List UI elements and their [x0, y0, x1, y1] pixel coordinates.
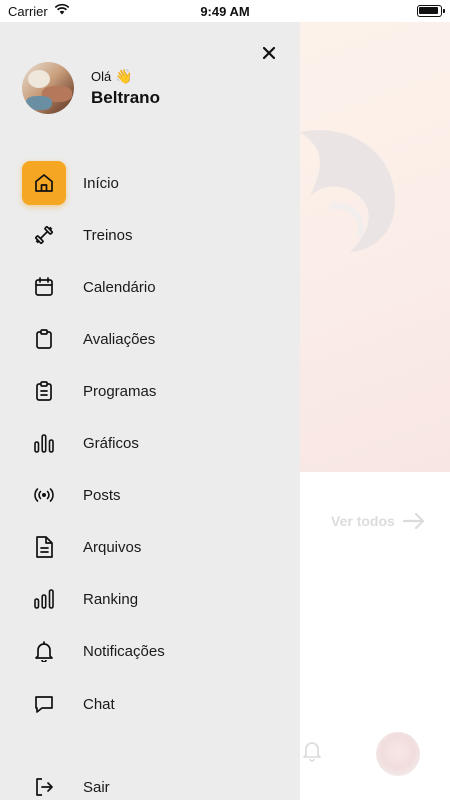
- clipboard-list-icon: [22, 369, 66, 413]
- menu-item-programas[interactable]: Programas: [22, 369, 282, 413]
- ranking-icon: [22, 577, 66, 621]
- menu-item-label: Treinos: [83, 226, 133, 244]
- menu-item-calendario[interactable]: Calendário: [22, 265, 282, 309]
- greeting: Olá 👋 Beltrano: [91, 68, 160, 108]
- side-drawer: Olá 👋 Beltrano Início Treinos Calendário: [0, 22, 300, 800]
- menu-item-notificacoes[interactable]: Notificações: [22, 629, 282, 673]
- see-all-label: Ver todos: [331, 513, 395, 529]
- menu-item-treinos[interactable]: Treinos: [22, 213, 282, 257]
- avatar: [22, 62, 74, 114]
- menu-item-label: Arquivos: [83, 538, 142, 556]
- menu-item-label: Avaliações: [83, 330, 156, 348]
- menu-item-label: Posts: [83, 486, 121, 504]
- menu-item-label: Ranking: [83, 590, 139, 608]
- see-all-link[interactable]: Ver todos: [331, 513, 425, 529]
- broadcast-icon: [22, 473, 66, 517]
- logout-icon: [22, 765, 66, 800]
- bar-chart-icon: [22, 421, 66, 465]
- menu-item-arquivos[interactable]: Arquivos: [22, 525, 282, 569]
- menu-item-chat[interactable]: Chat: [22, 682, 282, 726]
- arrow-right-icon: [402, 513, 425, 529]
- bell-icon: [22, 629, 66, 673]
- clock: 9:49 AM: [200, 4, 250, 19]
- logout-label: Sair: [83, 778, 110, 796]
- battery-icon: [417, 5, 445, 17]
- menu-item-label: Início: [83, 174, 119, 192]
- menu-item-label: Calendário: [83, 278, 156, 296]
- calendar-icon: [22, 265, 66, 309]
- home-icon: [22, 161, 66, 205]
- user-name: Beltrano: [91, 88, 160, 107]
- menu-item-label: Programas: [83, 382, 157, 400]
- avatar[interactable]: [376, 732, 420, 776]
- file-icon: [22, 525, 66, 569]
- menu-item-inicio[interactable]: Início: [22, 161, 282, 205]
- menu-item-label: Chat: [83, 695, 115, 713]
- waving-hand-icon: 👋: [115, 68, 133, 84]
- greeting-text: Olá: [91, 69, 112, 84]
- close-icon: [263, 47, 275, 59]
- menu-item-label: Gráficos: [83, 434, 139, 452]
- dumbbell-icon: [22, 213, 66, 257]
- greeting-line: Olá 👋: [91, 68, 160, 85]
- logout-button[interactable]: Sair: [22, 765, 282, 800]
- menu-item-posts[interactable]: Posts: [22, 473, 282, 517]
- close-button[interactable]: [258, 42, 280, 64]
- eagle-logo-icon: [290, 112, 410, 262]
- clipboard-icon: [22, 317, 66, 361]
- user-profile[interactable]: Olá 👋 Beltrano: [22, 62, 160, 114]
- menu-item-label: Notificações: [83, 642, 165, 660]
- menu-item-graficos[interactable]: Gráficos: [22, 421, 282, 465]
- bell-icon[interactable]: [302, 740, 322, 762]
- menu-item-avaliacoes[interactable]: Avaliações: [22, 317, 282, 361]
- menu-item-ranking[interactable]: Ranking: [22, 577, 282, 621]
- status-bar: Carrier 9:49 AM: [0, 0, 450, 22]
- chat-icon: [22, 682, 66, 726]
